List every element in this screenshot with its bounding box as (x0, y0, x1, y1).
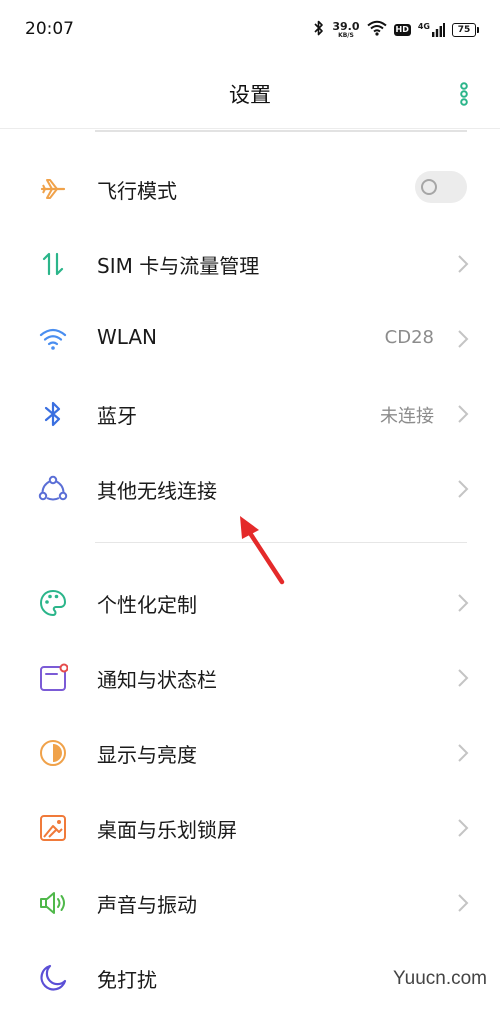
settings-list: 飞行模式 SIM 卡与流量管理 WLAN CD28 蓝牙 未连接 其他无线连接 … (0, 150, 500, 1014)
status-bar: 20:07 39.0 KB/S HD 4G 75 (0, 0, 500, 60)
settings-item-label: 个性化定制 (97, 593, 197, 617)
settings-item-airplane-mode[interactable]: 飞行模式 (0, 150, 500, 225)
settings-item-wlan[interactable]: WLAN CD28 (0, 300, 500, 375)
chevron-right-icon (458, 894, 469, 912)
wifi-status-icon (366, 20, 387, 40)
speaker-icon (38, 888, 68, 918)
palette-icon (38, 588, 68, 618)
notification-icon (38, 663, 68, 693)
moon-icon (38, 963, 68, 993)
settings-item-notifications[interactable]: 通知与状态栏 (0, 639, 500, 714)
settings-item-value: 未连接 (380, 406, 434, 427)
chevron-right-icon (458, 669, 469, 687)
cellular-signal: 4G (418, 23, 445, 37)
settings-item-label: 蓝牙 (97, 404, 137, 428)
bluetooth-icon (38, 399, 68, 429)
chevron-right-icon (458, 819, 469, 837)
connection-nodes-icon (38, 474, 68, 504)
settings-item-label: WLAN (97, 325, 158, 349)
airplane-icon (38, 174, 68, 204)
watermark: Yuucn.com (393, 968, 487, 989)
settings-item-label: 飞行模式 (97, 179, 177, 203)
wifi-icon (38, 324, 68, 354)
chevron-right-icon (458, 330, 469, 348)
settings-item-label: 其他无线连接 (97, 479, 217, 503)
settings-item-label: 免打扰 (97, 968, 157, 992)
settings-item-other-wireless[interactable]: 其他无线连接 (0, 450, 500, 525)
settings-item-wallpaper-lockscreen[interactable]: 桌面与乐划锁屏 (0, 789, 500, 864)
hd-badge: HD (393, 24, 411, 36)
network-speed: 39.0 KB/S (332, 20, 360, 39)
settings-item-label: 通知与状态栏 (97, 668, 217, 692)
settings-item-bluetooth[interactable]: 蓝牙 未连接 (0, 375, 500, 450)
header-subline (95, 130, 467, 132)
airplane-mode-toggle[interactable] (415, 171, 467, 203)
more-options-button[interactable] (458, 82, 470, 106)
settings-item-label: 声音与振动 (97, 893, 197, 917)
settings-item-personalization[interactable]: 个性化定制 (0, 564, 500, 639)
chevron-right-icon (458, 744, 469, 762)
sim-data-icon (38, 249, 68, 279)
settings-item-sim-data[interactable]: SIM 卡与流量管理 (0, 225, 500, 300)
status-icons: 39.0 KB/S HD 4G 75 (313, 19, 479, 41)
chevron-right-icon (458, 480, 469, 498)
signal-bars-icon (432, 23, 445, 37)
wallpaper-icon (38, 813, 68, 843)
toggle-knob (421, 179, 437, 195)
chevron-right-icon (458, 255, 469, 273)
brightness-icon (38, 738, 68, 768)
bluetooth-status-icon (313, 20, 325, 40)
section-divider (0, 525, 500, 564)
settings-item-sound-vibration[interactable]: 声音与振动 (0, 864, 500, 939)
header-divider (0, 128, 500, 129)
vertical-dots-icon (460, 82, 468, 106)
settings-item-display[interactable]: 显示与亮度 (0, 714, 500, 789)
settings-item-label: SIM 卡与流量管理 (97, 254, 260, 278)
status-time: 20:07 (25, 19, 74, 39)
settings-item-label: 桌面与乐划锁屏 (97, 818, 237, 842)
chevron-right-icon (458, 594, 469, 612)
battery-indicator: 75 (452, 23, 479, 37)
page-title: 设置 (229, 83, 271, 107)
settings-item-label: 显示与亮度 (97, 743, 197, 767)
chevron-right-icon (458, 405, 469, 423)
settings-item-value: CD28 (384, 327, 434, 348)
